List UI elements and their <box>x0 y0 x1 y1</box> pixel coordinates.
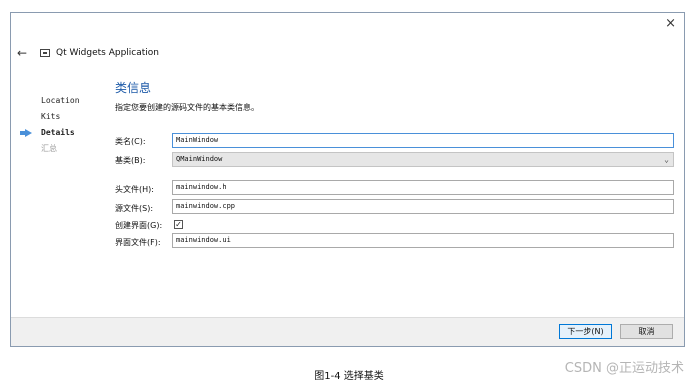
base-class-select[interactable]: QMainWindow ⌄ <box>172 152 674 167</box>
step-location: Location <box>41 96 80 105</box>
class-name-input[interactable]: MainWindow <box>172 133 674 148</box>
page-description: 指定您要创建的源码文件的基本类信息。 <box>115 103 259 112</box>
generate-form-label: 创建界面(G): <box>115 221 163 230</box>
class-name-label: 类名(C): <box>115 137 146 146</box>
step-details: Details <box>20 125 80 141</box>
source-file-label: 源文件(S): <box>115 204 154 213</box>
next-button[interactable]: 下一步(N) <box>559 324 612 339</box>
step-kits: Kits <box>41 112 61 121</box>
step-details-label: Details <box>41 128 75 137</box>
new-project-dialog: × ← Qt Widgets Application Location Kits… <box>10 12 685 347</box>
watermark: CSDN @正运动技术 <box>564 361 684 376</box>
button-bar: 下一步(N) 取消 <box>11 317 684 346</box>
form-file-label: 界面文件(F): <box>115 238 161 247</box>
chevron-down-icon: ⌄ <box>664 155 669 164</box>
application-window-icon <box>40 49 50 57</box>
header-file-label: 头文件(H): <box>115 185 154 194</box>
generate-form-checkbox[interactable]: ✓ <box>174 220 183 229</box>
source-file-input[interactable]: mainwindow.cpp <box>172 199 674 214</box>
current-step-arrow-icon <box>20 129 32 137</box>
base-class-label: 基类(B): <box>115 156 146 165</box>
wizard-title: Qt Widgets Application <box>56 48 160 58</box>
header-file-input[interactable]: mainwindow.h <box>172 180 674 195</box>
close-icon[interactable]: × <box>665 17 676 31</box>
base-class-value: QMainWindow <box>176 155 223 163</box>
cancel-button[interactable]: 取消 <box>620 324 673 339</box>
form-file-input[interactable]: mainwindow.ui <box>172 233 674 248</box>
back-arrow-icon[interactable]: ← <box>17 46 27 60</box>
page-title: 类信息 <box>115 81 152 95</box>
wizard-steps: Location Kits Details 汇总 <box>20 93 80 157</box>
step-summary: 汇总 <box>41 144 57 153</box>
